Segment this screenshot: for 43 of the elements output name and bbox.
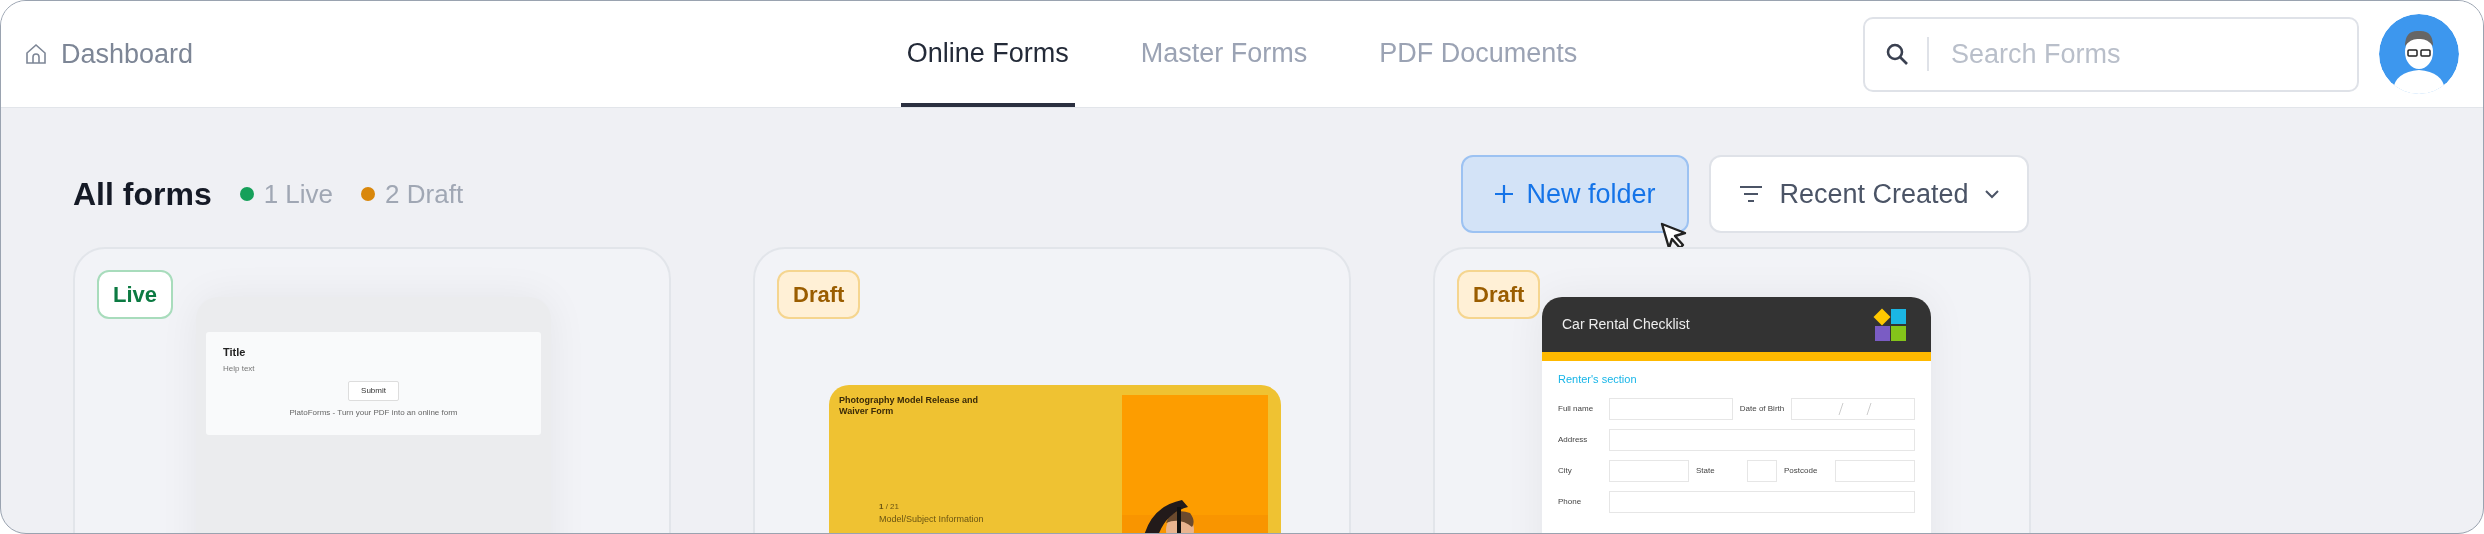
home-icon[interactable] [25,43,47,65]
input-field[interactable] [1835,459,1915,482]
status-badge: Live [97,270,174,319]
search-icon [1885,41,1909,66]
field-label: Phone [1558,495,1583,508]
input-field[interactable] [1609,490,1915,513]
input-field[interactable] [1747,459,1777,482]
status-badge: Draft [777,270,861,319]
field-label: Date of Birth [1739,402,1785,415]
field-label: Address [1558,433,1589,446]
form-title: Car Rental Checklist [1562,315,1690,334]
filter-icon [1739,185,1764,203]
status-badge: Draft [1457,270,1541,319]
footer-text: PlatoForms - Turn your PDF into an online form [289,406,458,419]
status-count: 2 Draft [385,177,464,211]
avatar[interactable] [2379,14,2459,94]
input-field[interactable] [1609,459,1689,482]
input-field[interactable] [1609,428,1915,451]
sort-dropdown[interactable]: Recent Created [1709,155,2029,233]
search-field[interactable]: Search Forms [1863,16,2359,92]
input-field[interactable] [1609,397,1733,420]
field-label: Postcode [1784,464,1819,477]
plus-icon [1494,184,1515,204]
field-label: State [1696,464,1716,477]
help-text: Help text [223,362,256,375]
form-card[interactable]: Draft Photography Model Release and Waiver Form 1 / 21 Model/Subject Information [753,247,1351,533]
logo-icon [1873,307,1907,342]
status-count: 1 Live [263,177,334,211]
section-title: Renter's section [1558,372,1638,387]
page-title: All forms [73,175,212,214]
input-field[interactable] [1791,397,1915,420]
form-card[interactable]: Draft Car Rental Checklist Renter's section Full name Date of Birth Address City State Postcode Phone [1433,247,2031,533]
field-label: Full name [1558,402,1595,415]
form-card[interactable]: Live Title Help text Submit PlatoForms - Turn your PDF into an online form [73,247,671,533]
step-counter: 1 / 21 [879,501,900,513]
form-title: Photography Model Release and Waiver Form [839,395,980,417]
nav-tab[interactable]: Online Forms [900,1,1075,107]
field-label: City [1558,464,1573,477]
submit-button: Submit [348,380,399,401]
form-title: Title [223,345,247,360]
section-title: Model/Subject Information [879,513,984,526]
dashboard-link[interactable]: Dashboard [61,33,194,75]
chevron-down-icon [1984,189,1999,199]
